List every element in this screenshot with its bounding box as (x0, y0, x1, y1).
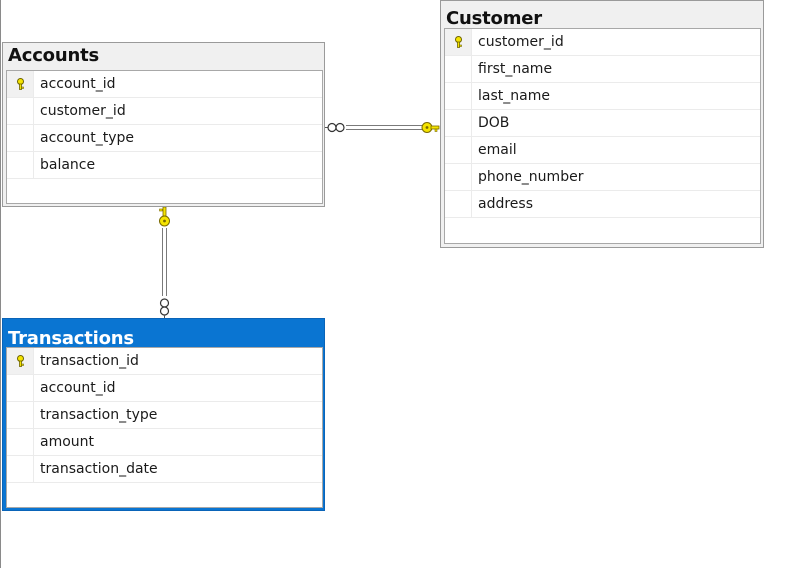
relationship-accounts-customer[interactable] (324, 122, 440, 133)
one-end-key-icon (421, 122, 440, 133)
row-selector[interactable] (7, 152, 34, 178)
column-row[interactable]: email (445, 137, 760, 164)
row-selector[interactable] (7, 71, 34, 97)
column-name: account_id (40, 76, 116, 92)
column-name: transaction_date (40, 461, 158, 477)
column-name: balance (40, 157, 96, 173)
many-end-infinity-icon (327, 122, 345, 133)
column-row[interactable]: account_id (7, 375, 322, 402)
column-row[interactable]: amount (7, 429, 322, 456)
row-selector[interactable] (7, 348, 34, 374)
many-end-infinity-icon (159, 298, 170, 316)
row-selector[interactable] (445, 29, 472, 55)
column-name: customer_id (478, 34, 564, 50)
column-name: last_name (478, 88, 550, 104)
row-selector[interactable] (445, 191, 472, 217)
column-row[interactable]: DOB (445, 110, 760, 137)
table-customer[interactable]: Customer customer_id first_name last_name D… (440, 0, 764, 248)
row-selector[interactable] (7, 375, 34, 401)
row-selector[interactable] (7, 125, 34, 151)
row-selector[interactable] (445, 56, 472, 82)
column-name: transaction_id (40, 353, 139, 369)
primary-key-icon (17, 355, 24, 367)
column-row[interactable]: customer_id (445, 29, 760, 56)
column-name: transaction_type (40, 407, 158, 423)
row-selector[interactable] (7, 456, 34, 482)
row-selector[interactable] (7, 98, 34, 124)
column-list: transaction_id account_id transaction_type… (7, 348, 322, 483)
primary-key-icon (17, 78, 24, 90)
column-row[interactable]: customer_id (7, 98, 322, 125)
column-name: email (478, 142, 517, 158)
table-transactions[interactable]: Transactions transaction_id account_id tra… (2, 318, 325, 511)
column-row[interactable]: transaction_date (7, 456, 322, 483)
column-grid: transaction_id account_id transaction_type… (6, 347, 323, 508)
column-row[interactable]: phone_number (445, 164, 760, 191)
table-title: Customer (446, 8, 542, 29)
column-row[interactable]: first_name (445, 56, 760, 83)
column-grid: account_id customer_id account_typebalance (6, 70, 323, 204)
column-list: customer_id first_name last_name DOB email ph… (445, 29, 760, 218)
row-selector[interactable] (445, 110, 472, 136)
column-name: account_id (40, 380, 116, 396)
column-row[interactable]: address (445, 191, 760, 218)
row-selector[interactable] (445, 137, 472, 163)
column-name: account_type (40, 130, 135, 146)
column-row[interactable]: last_name (445, 83, 760, 110)
column-row[interactable]: account_id (7, 71, 322, 98)
row-selector[interactable] (445, 83, 472, 109)
column-name: DOB (478, 115, 510, 131)
column-row[interactable]: transaction_id (7, 348, 322, 375)
column-row[interactable]: account_type (7, 125, 322, 152)
row-selector[interactable] (7, 429, 34, 455)
column-name: customer_id (40, 103, 126, 119)
row-selector[interactable] (445, 164, 472, 190)
column-name: phone_number (478, 169, 584, 185)
column-list: account_id customer_id account_typebalance (7, 71, 322, 179)
one-end-key-icon (159, 206, 170, 227)
relationship-transactions-accounts[interactable] (159, 206, 170, 319)
column-row[interactable]: transaction_type (7, 402, 322, 429)
column-name: first_name (478, 61, 553, 77)
column-grid: customer_id first_name last_name DOB email ph… (444, 28, 761, 244)
column-name: amount (40, 434, 95, 450)
primary-key-icon (455, 36, 462, 48)
column-name: address (478, 196, 534, 212)
column-row[interactable]: balance (7, 152, 322, 179)
table-accounts[interactable]: Accounts account_id customer_id account_ty… (2, 42, 325, 207)
row-selector[interactable] (7, 402, 34, 428)
table-title: Transactions (8, 328, 134, 349)
table-title: Accounts (8, 45, 99, 66)
